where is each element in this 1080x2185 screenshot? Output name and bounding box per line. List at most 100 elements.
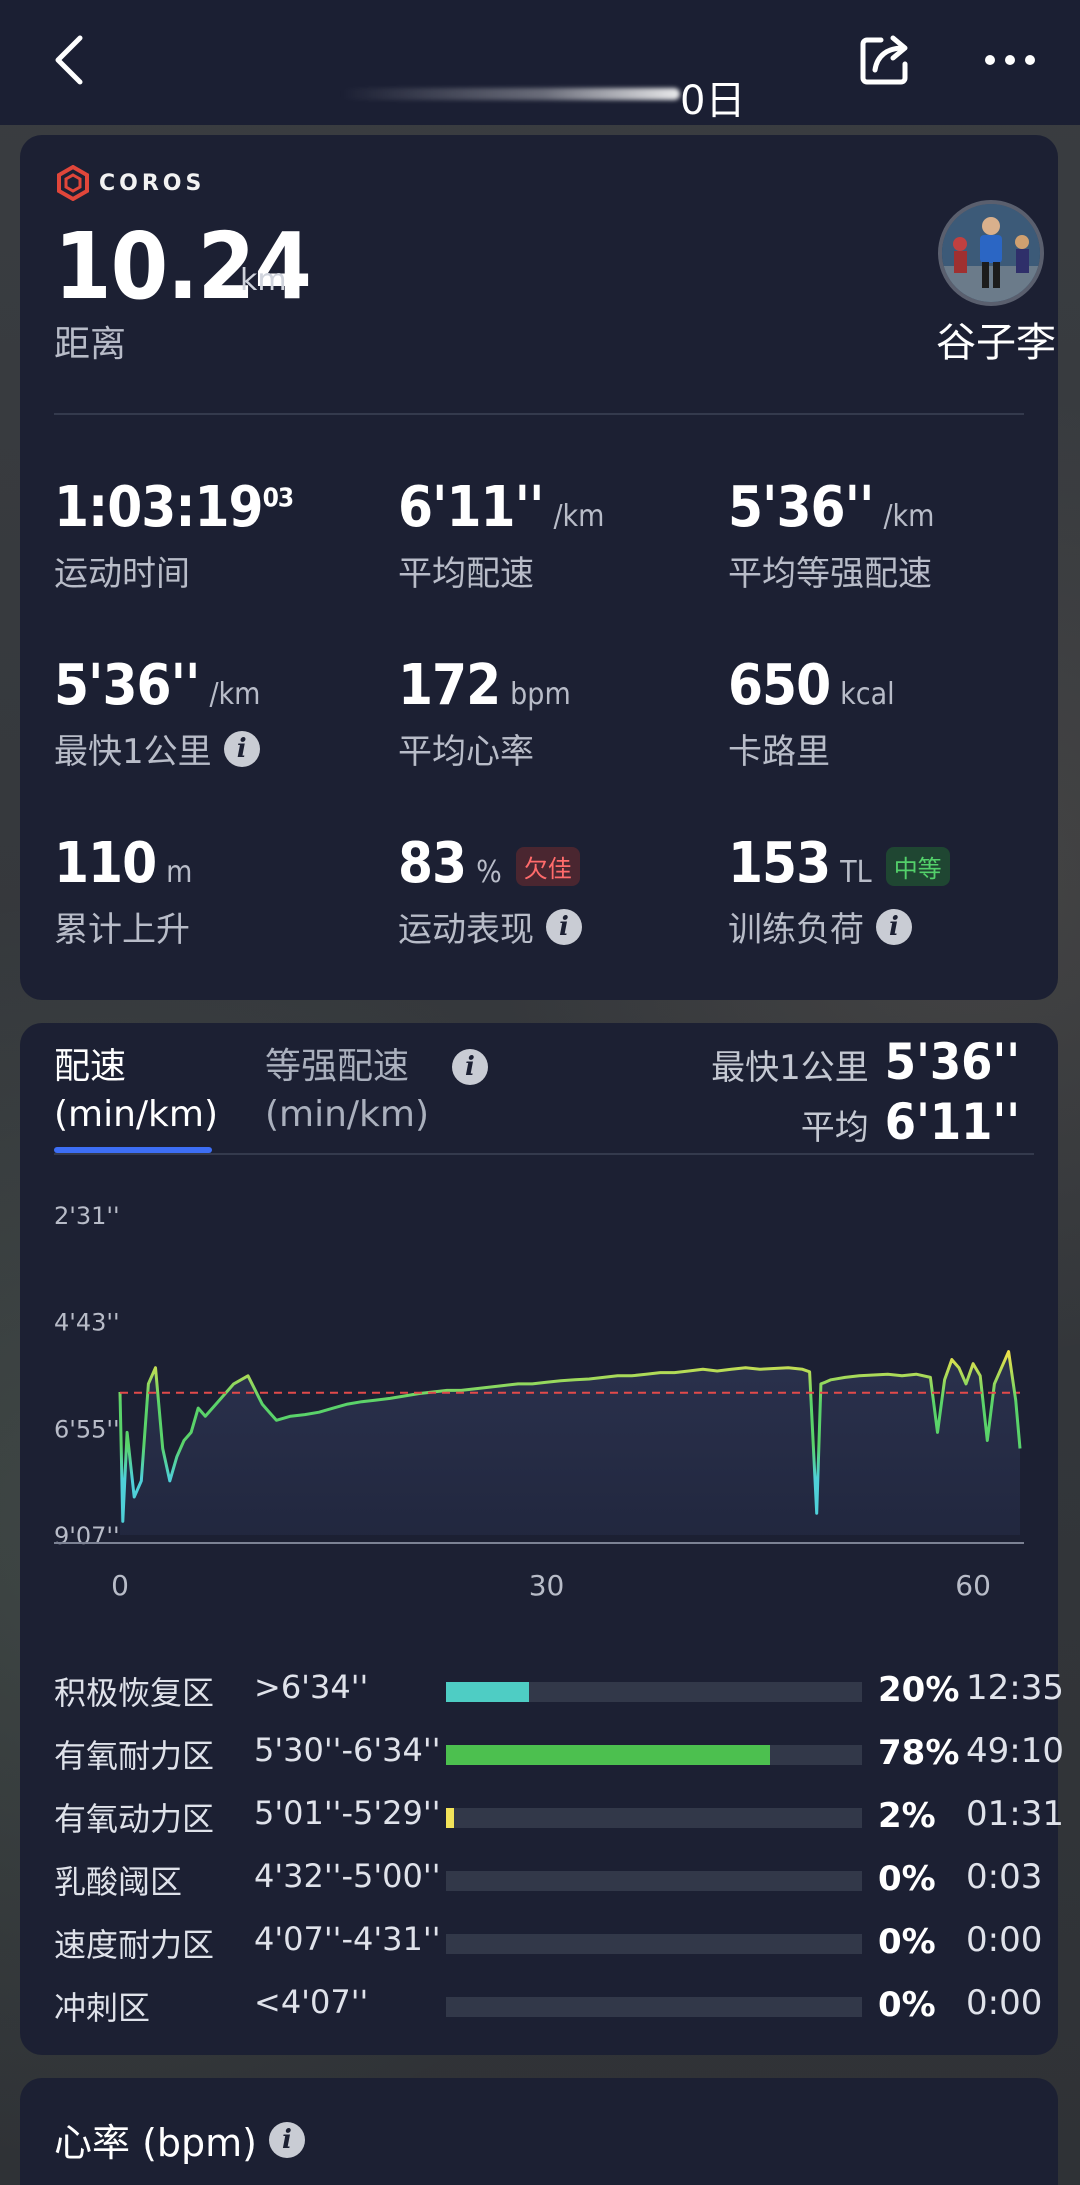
stat-value-text: 6'11'' <box>398 475 544 540</box>
share-icon <box>860 35 908 85</box>
stat-label: 平均配速 <box>398 546 604 595</box>
zone-range: 4'32''-5'00'' <box>254 1857 441 1895</box>
stat-item: 5'36'' /km 平均等强配速 <box>728 475 934 595</box>
x-tick-label: 30 <box>529 1569 565 1602</box>
zone-name: 速度耐力区 <box>54 1926 215 1964</box>
stat-label: 运动时间 <box>54 546 293 595</box>
y-tick-label: 9'07'' <box>54 1522 120 1550</box>
stat-unit: /km <box>209 677 261 712</box>
zone-range: 5'01''-5'29'' <box>254 1794 441 1832</box>
stat-value-text: 5'36'' <box>728 475 874 540</box>
x-tick-label: 60 <box>955 1569 991 1602</box>
chevron-left-icon <box>55 35 83 85</box>
stat-label-text: 最快1公里 <box>54 732 212 772</box>
stat-item: 153 TL 中等 训练负荷 i <box>728 831 950 951</box>
stat-label: 运动表现 i <box>398 902 582 951</box>
more-options-button[interactable] <box>980 38 1040 82</box>
zone-duration: 0:00 <box>966 1983 1043 2023</box>
stat-label: 平均心率 <box>398 724 571 773</box>
stat-item: 83% 欠佳运动表现 i <box>398 831 582 951</box>
stat-value-text: 5'36'' <box>54 653 200 718</box>
y-tick-label: 4'43'' <box>54 1309 120 1337</box>
info-icon[interactable]: i <box>269 2121 305 2158</box>
stat-label-text: 运动表现 <box>398 910 534 950</box>
brand-name: COROS <box>99 170 206 196</box>
title-fade-strip <box>340 88 680 100</box>
heart-rate-title: 心率 (bpm) i <box>54 2112 305 2167</box>
distance-label: 距离 <box>54 324 127 365</box>
stat-value: 5'36'' /km <box>54 653 260 718</box>
stat-value: 1:03:1903 <box>54 475 294 540</box>
heart-rate-card: 心率 (bpm) i <box>20 2078 1058 2185</box>
pace-card: 配速 (min/km) 等强配速 (min/km) i 最快1公里 5'36''… <box>20 1023 1064 2055</box>
x-tick-label: 0 <box>111 1569 129 1602</box>
y-tick-label: 6'55'' <box>54 1415 120 1443</box>
zone-name: 冲刺区 <box>54 1989 151 2027</box>
zone-row: 有氧耐力区 5'30''-6'34'' 78% 49:10 <box>54 1731 1064 1775</box>
zone-row: 有氧动力区 5'01''-5'29'' 2% 01:31 <box>54 1794 1064 1838</box>
zone-duration: 0:03 <box>966 1857 1043 1897</box>
status-badge: 欠佳 <box>515 847 580 887</box>
stat-value-text: 110 <box>54 831 157 896</box>
stat-label: 训练负荷 i <box>728 902 950 951</box>
stat-item: 6'11'' /km 平均配速 <box>398 475 604 595</box>
zone-duration: 0:00 <box>966 1920 1043 1960</box>
runner-photo-icon <box>942 204 1040 302</box>
zone-bar-track <box>446 1997 862 2017</box>
zone-range: 5'30''-6'34'' <box>254 1731 441 1769</box>
info-icon[interactable]: i <box>546 908 582 945</box>
distance-unit: km <box>240 263 287 298</box>
stat-item: 110 m 累计上升 <box>54 831 192 951</box>
stat-value-text: 83 <box>398 831 467 896</box>
page-title: 0日 <box>680 78 746 124</box>
stat-label: 最快1公里 i <box>54 724 260 773</box>
zone-bar-track <box>446 1745 862 1765</box>
stat-item: 5'36'' /km 最快1公里 i <box>54 653 260 773</box>
stat-label-text: 运动时间 <box>54 554 190 594</box>
info-icon[interactable]: i <box>223 730 260 767</box>
stat-item: 650 kcal 卡路里 <box>728 653 895 773</box>
top-navigation-bar: 0日 <box>0 0 1080 125</box>
zone-bar-track <box>446 1871 862 1891</box>
divider <box>54 413 1024 415</box>
y-tick-label: 2'31'' <box>54 1202 120 1230</box>
zone-percentage: 0% <box>878 1985 936 2025</box>
stat-label-text: 累计上升 <box>54 910 190 950</box>
info-icon[interactable]: i <box>876 908 912 945</box>
stat-value-text: 172 <box>398 653 501 718</box>
stat-label-text: 训练负荷 <box>728 910 864 950</box>
zone-row: 冲刺区 <4'07'' 0% 0:00 <box>54 1983 1044 2027</box>
zone-duration: 49:10 <box>966 1731 1064 1771</box>
zone-name: 乳酸阈区 <box>54 1863 183 1901</box>
zone-bar-fill <box>446 1745 771 1765</box>
stat-value: 83% 欠佳 <box>398 831 582 896</box>
zone-percentage: 20% <box>878 1670 960 1710</box>
zone-range: >6'34'' <box>254 1668 369 1706</box>
zone-percentage: 78% <box>878 1733 960 1773</box>
stat-item: 172 bpm 平均心率 <box>398 653 571 773</box>
stat-value: 650 kcal <box>728 653 895 718</box>
stat-value: 110 m <box>54 831 192 896</box>
brand-logo: COROS <box>55 165 205 201</box>
stat-label-text: 平均配速 <box>398 554 534 594</box>
back-button[interactable] <box>48 30 98 90</box>
zone-bar-fill <box>446 1682 530 1702</box>
zone-bar-track <box>446 1808 862 1828</box>
zone-percentage: 2% <box>878 1796 936 1836</box>
pace-chart[interactable]: 2'31'' 4'43'' 6'55'' 9'07'' 0 30 60 <box>20 1023 1058 1643</box>
zone-range: 4'07''-4'31'' <box>254 1920 441 1958</box>
activity-summary-card: COROS 10.24 km 距离 谷子李 1:03:1903 运动时间 6'11'… <box>20 135 1058 1000</box>
stat-unit: TL <box>840 855 872 890</box>
zone-range: <4'07'' <box>254 1983 369 2021</box>
heart-rate-title-text: 心率 (bpm) <box>54 2121 257 2165</box>
zone-percentage: 0% <box>878 1922 936 1962</box>
stat-unit: % <box>476 855 502 890</box>
zone-bar-track <box>446 1682 862 1702</box>
stat-unit: m <box>166 855 193 890</box>
stat-unit: /km <box>883 499 935 534</box>
avatar[interactable] <box>938 200 1044 306</box>
stat-label: 卡路里 <box>728 724 895 773</box>
username: 谷子李 <box>936 320 1056 366</box>
stat-unit: /km <box>553 499 605 534</box>
share-button[interactable] <box>855 30 915 90</box>
